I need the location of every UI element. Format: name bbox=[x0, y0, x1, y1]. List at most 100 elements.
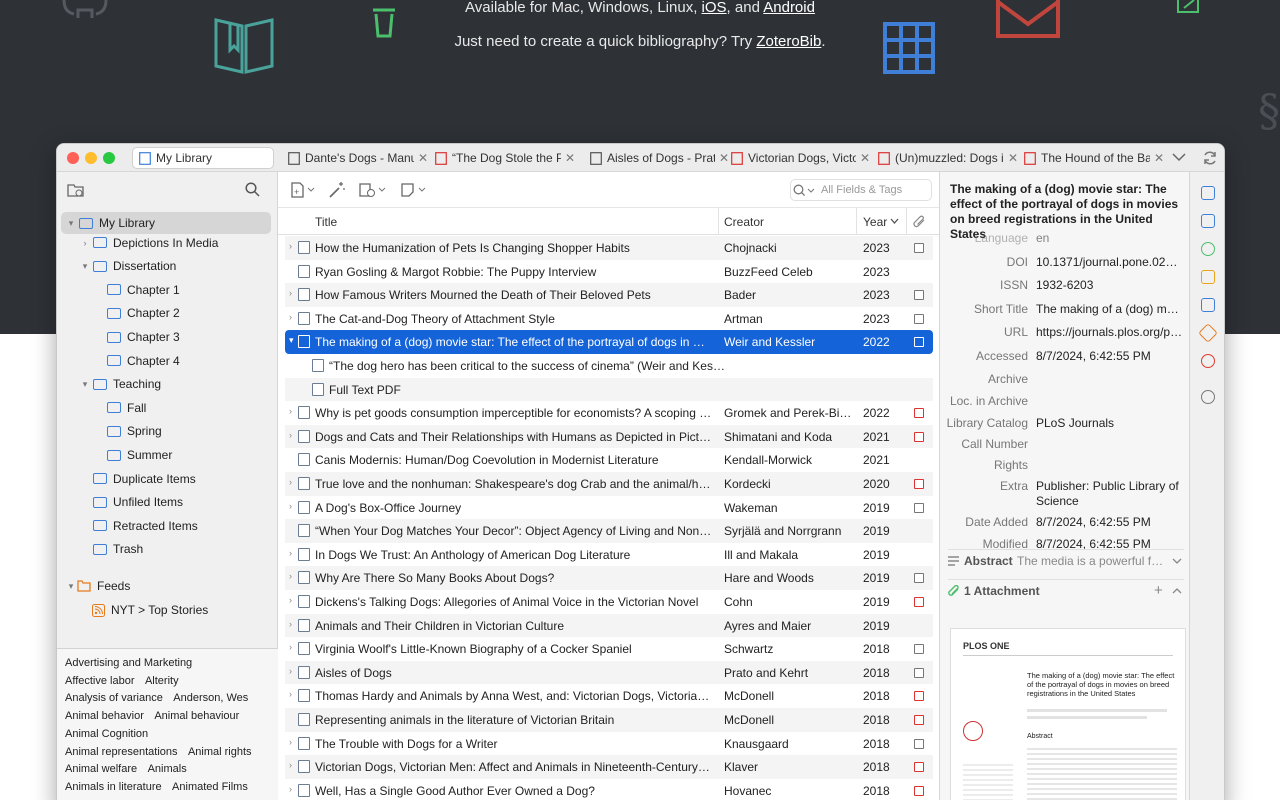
close-tab-icon[interactable]: ✕ bbox=[1154, 151, 1164, 165]
info-field-value[interactable]: 8/7/2024, 6:42:55 PM bbox=[1036, 349, 1184, 363]
new-note-icon[interactable] bbox=[400, 182, 428, 198]
tag-item[interactable]: Animal rights bbox=[188, 746, 252, 758]
tab-reader-3[interactable]: Aisles of Dogs - Prato ✕ bbox=[584, 147, 729, 169]
magic-wand-icon[interactable] bbox=[328, 181, 346, 199]
column-creator[interactable]: Creator bbox=[724, 215, 764, 229]
close-window-button[interactable] bbox=[67, 152, 79, 164]
sort-chevron-icon[interactable] bbox=[890, 218, 899, 225]
item-twisty-icon[interactable]: › bbox=[289, 760, 292, 770]
collection-row[interactable]: Spring bbox=[57, 420, 278, 442]
notes-section-icon[interactable] bbox=[1201, 270, 1215, 284]
collection-row[interactable]: Chapter 2 bbox=[57, 302, 278, 324]
close-tab-icon[interactable]: ✕ bbox=[1008, 151, 1018, 165]
item-row[interactable]: › The Trouble with Dogs for a Writer Knaus… bbox=[285, 732, 933, 756]
expand-twisty-icon[interactable]: ▾ bbox=[79, 379, 91, 390]
item-twisty-icon[interactable]: › bbox=[289, 548, 292, 558]
tag-item[interactable]: Animal behavior bbox=[65, 710, 144, 722]
item-twisty-icon[interactable]: › bbox=[289, 689, 292, 699]
item-row[interactable]: › Animals and Their Children in Victorian… bbox=[285, 613, 933, 638]
tag-item[interactable]: Animals in literature bbox=[65, 781, 162, 793]
info-field-value[interactable]: Publisher: Public Library of bbox=[1036, 479, 1184, 493]
tab-reader-1[interactable]: Dante's Dogs - Manuscripts ✕ bbox=[282, 147, 428, 169]
attachments-section-icon[interactable] bbox=[1201, 242, 1215, 256]
tag-item[interactable]: Animal welfare bbox=[65, 763, 137, 775]
attachment-preview[interactable]: PLOS ONE The making of a (dog) movie sta… bbox=[950, 628, 1186, 800]
info-field-value[interactable]: en bbox=[1036, 231, 1184, 245]
item-twisty-icon[interactable]: › bbox=[289, 619, 292, 629]
pdf-attachment-icon[interactable] bbox=[914, 597, 924, 607]
column-year[interactable]: Year bbox=[863, 215, 887, 229]
item-row[interactable]: › Well, Has a Single Good Author Ever Own… bbox=[285, 779, 933, 800]
close-tab-icon[interactable]: ✕ bbox=[565, 151, 575, 165]
snapshot-attachment-icon[interactable] bbox=[914, 738, 924, 749]
item-twisty-icon[interactable]: › bbox=[289, 784, 292, 794]
attachment-column-icon[interactable] bbox=[913, 215, 927, 229]
item-twisty-icon[interactable]: › bbox=[289, 241, 292, 251]
item-twisty-icon[interactable]: ▾ bbox=[289, 335, 294, 346]
collection-row[interactable]: Chapter 3 bbox=[57, 326, 278, 348]
related-section-icon[interactable] bbox=[1201, 354, 1215, 368]
item-row[interactable]: › Virginia Woolf's Little-Known Biography… bbox=[285, 637, 933, 661]
expand-twisty-icon[interactable]: ▾ bbox=[65, 218, 77, 229]
item-row[interactable]: Ryan Gosling & Margot Robbie: The Puppy … bbox=[285, 260, 933, 284]
collection-row[interactable]: Trash bbox=[57, 538, 278, 560]
snapshot-attachment-icon[interactable] bbox=[914, 337, 924, 348]
item-row[interactable]: › The Cat-and-Dog Theory of Attachment St… bbox=[285, 307, 933, 331]
collection-row[interactable]: › Depictions In Media bbox=[57, 232, 278, 254]
expand-twisty-icon[interactable]: ▾ bbox=[79, 261, 91, 272]
tab-reader-5[interactable]: (Un)muzzled: Dogs in Film ✕ bbox=[872, 147, 1018, 169]
tag-item[interactable]: Animals bbox=[148, 763, 187, 775]
item-row[interactable]: › In Dogs We Trust: An Anthology of Ameri… bbox=[285, 543, 933, 567]
collection-row[interactable]: Retracted Items bbox=[57, 515, 278, 537]
tag-item[interactable]: Animated Films bbox=[172, 781, 248, 793]
item-row[interactable]: Representing animals in the literature o… bbox=[285, 708, 933, 732]
android-link[interactable]: Android bbox=[763, 0, 815, 16]
collection-row[interactable]: Fall bbox=[57, 397, 278, 419]
attachment-row[interactable]: “The dog hero has been critical to the s… bbox=[285, 354, 933, 378]
tags-section-icon[interactable] bbox=[1198, 323, 1218, 343]
collection-row[interactable]: Chapter 1 bbox=[57, 279, 278, 301]
snapshot-attachment-icon[interactable] bbox=[914, 502, 924, 513]
item-twisty-icon[interactable]: › bbox=[289, 642, 292, 652]
tag-item[interactable]: Alterity bbox=[145, 675, 179, 687]
item-twisty-icon[interactable]: › bbox=[289, 430, 292, 440]
item-row[interactable]: › How Famous Writers Mourned the Death of… bbox=[285, 283, 933, 307]
item-row[interactable]: › A Dog's Box-Office Journey Wakeman 2019 bbox=[285, 496, 933, 520]
info-field-value[interactable]: PLoS Journals bbox=[1036, 416, 1184, 430]
add-attachment-icon[interactable] bbox=[358, 182, 388, 198]
item-row[interactable]: › How the Humanization of Pets Is Changin… bbox=[285, 236, 933, 260]
item-row[interactable]: › Dogs and Cats and Their Relationships w… bbox=[285, 424, 933, 449]
collection-row[interactable]: ▾ Dissertation bbox=[57, 255, 278, 277]
tag-item[interactable]: Animal Cognition bbox=[65, 728, 148, 740]
expand-twisty-icon[interactable]: › bbox=[79, 238, 91, 248]
collection-row[interactable]: Unfiled Items bbox=[57, 491, 278, 513]
column-title[interactable]: Title bbox=[315, 215, 337, 229]
item-row[interactable]: › Why Are There So Many Books About Dogs?… bbox=[285, 566, 933, 590]
snapshot-attachment-icon[interactable] bbox=[914, 667, 924, 678]
zoom-window-button[interactable] bbox=[103, 152, 115, 164]
attachments-chevron-icon[interactable] bbox=[1172, 587, 1182, 594]
item-twisty-icon[interactable]: › bbox=[289, 595, 292, 605]
close-tab-icon[interactable]: ✕ bbox=[860, 151, 870, 165]
item-twisty-icon[interactable]: › bbox=[289, 737, 292, 747]
item-row[interactable]: › Dickens's Talking Dogs: Allegories of A… bbox=[285, 590, 933, 614]
collection-row[interactable]: Summer bbox=[57, 444, 278, 466]
item-row[interactable]: › True love and the nonhuman: Shakespeare… bbox=[285, 472, 933, 496]
tab-reader-6[interactable]: The Hound of the Baskervilles ✕ bbox=[1018, 147, 1164, 169]
pdf-attachment-icon[interactable] bbox=[914, 431, 924, 442]
pdf-attachment-icon[interactable] bbox=[914, 408, 924, 419]
collection-row[interactable]: Chapter 4 bbox=[57, 350, 278, 372]
tag-item[interactable]: Animal behaviour bbox=[154, 710, 239, 722]
item-twisty-icon[interactable]: › bbox=[289, 288, 292, 298]
collection-row[interactable]: ▾ Teaching bbox=[57, 373, 278, 395]
abstract-section-icon[interactable] bbox=[1201, 214, 1215, 228]
info-field-value[interactable]: https://journals.plos.org/plosone bbox=[1036, 325, 1184, 339]
info-field-value[interactable]: Science bbox=[1036, 494, 1184, 508]
item-row[interactable]: ▾ The making of a (dog) movie star: The e… bbox=[285, 330, 933, 354]
feed-item-nyt[interactable]: NYT > Top Stories bbox=[57, 599, 278, 621]
collection-row[interactable]: Duplicate Items bbox=[57, 468, 278, 490]
item-twisty-icon[interactable]: › bbox=[289, 666, 292, 676]
new-collection-icon[interactable] bbox=[67, 183, 85, 198]
item-twisty-icon[interactable]: › bbox=[289, 501, 292, 511]
close-tab-icon[interactable]: ✕ bbox=[418, 151, 428, 165]
